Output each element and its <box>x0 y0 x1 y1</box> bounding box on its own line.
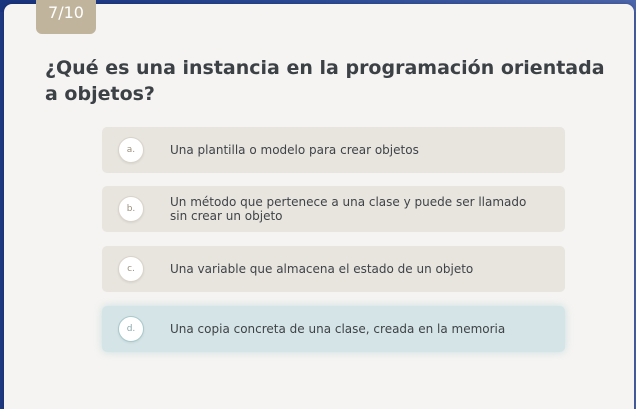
option-text: Un método que pertenece a una clase y pu… <box>170 195 527 223</box>
option-letter-badge: c. <box>118 256 144 282</box>
option-b[interactable]: b. Un método que pertenece a una clase y… <box>102 186 565 232</box>
option-letter-badge: d. <box>118 316 144 342</box>
option-d[interactable]: d. Una copia concreta de una clase, crea… <box>102 306 565 352</box>
option-text: Una copia concreta de una clase, creada … <box>170 322 506 336</box>
option-a[interactable]: a. Una plantilla o modelo para crear obj… <box>102 127 565 173</box>
option-c[interactable]: c. Una variable que almacena el estado d… <box>102 246 565 292</box>
option-letter-badge: a. <box>118 137 144 163</box>
option-letter-badge: b. <box>118 196 144 222</box>
quiz-card: 7/10 ¿Qué es una instancia en la program… <box>4 0 634 409</box>
question-text: ¿Qué es una instancia en la programación… <box>45 57 605 105</box>
question-counter-badge: 7/10 <box>36 0 96 34</box>
option-text: Una plantilla o modelo para crear objeto… <box>170 143 419 157</box>
option-text: Una variable que almacena el estado de u… <box>170 262 474 276</box>
